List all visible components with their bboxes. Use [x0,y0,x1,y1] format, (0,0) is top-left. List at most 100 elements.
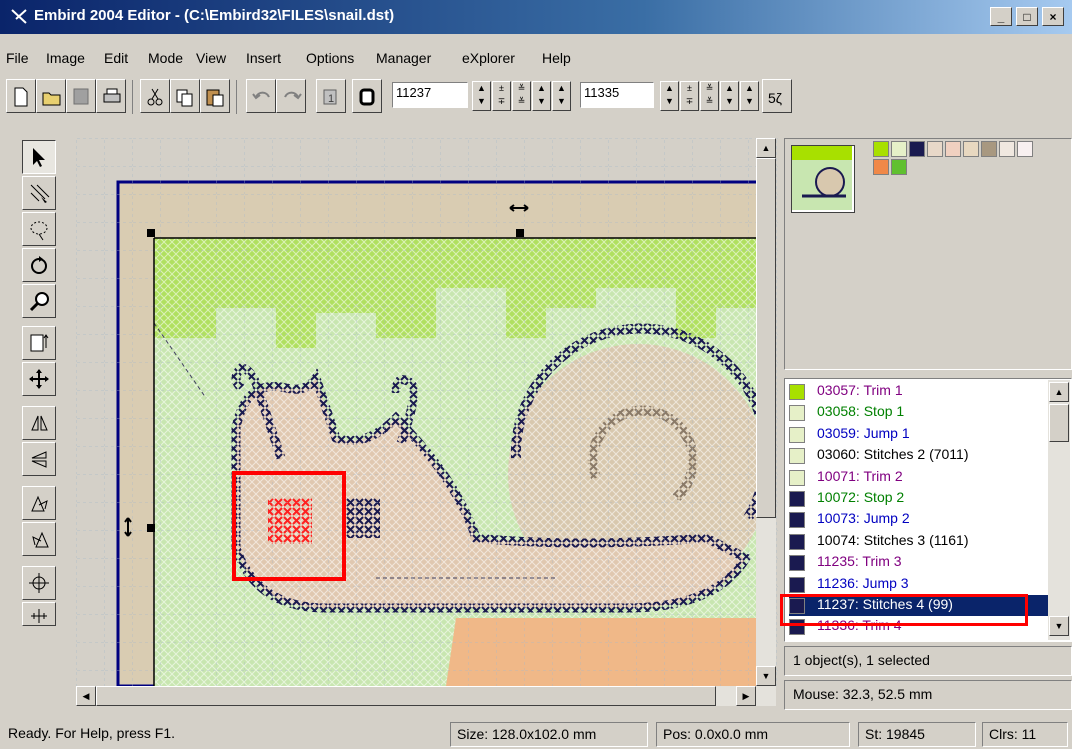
lasso-tool[interactable] [22,212,56,246]
thread-swatches[interactable] [873,141,1053,181]
list-item[interactable]: 03058: Stop 1 [789,402,1051,423]
stitch-from-input[interactable]: 11237 [392,82,468,108]
to-step-end-button[interactable]: ▲ ▼ [740,81,759,111]
to-step-10-button[interactable]: ± ∓ [680,81,699,111]
stop-button[interactable] [352,79,382,113]
thread-swatch[interactable] [981,141,997,157]
selected-row-highlight [780,594,1028,626]
thread-color-swatch [789,533,805,550]
redo-button[interactable] [276,79,306,113]
step-color-button[interactable]: ▲ ▼ [532,81,551,111]
list-item[interactable]: 10071: Trim 2 [789,467,1051,488]
to-step-first-button[interactable]: ▲ ▼ [660,81,679,111]
new-file-icon [14,87,28,107]
select-tool[interactable] [22,140,56,174]
step-100-button[interactable]: ≚ ≚ [512,81,531,111]
scroll-up-button[interactable]: ▲ [756,138,776,158]
object-info-icon: 1 [323,89,337,105]
step-first-button[interactable]: ▲ ▼ [472,81,491,111]
cut-button[interactable] [140,79,170,113]
align-tool[interactable] [22,602,56,626]
open-button[interactable] [36,79,66,113]
thread-swatch[interactable] [963,141,979,157]
status-color-count: Clrs: 11 [982,722,1068,747]
thread-swatch[interactable] [945,141,961,157]
title-bar: Embird 2004 Editor - (C:\Embird32\FILES\… [0,0,1072,34]
scroll-hthumb[interactable] [96,686,716,706]
step-10-button[interactable]: ± ∓ [492,81,511,111]
paste-button[interactable] [200,79,230,113]
node-select-tool[interactable] [22,176,56,210]
thread-swatch[interactable] [891,141,907,157]
menu-mode[interactable]: Mode [148,50,183,66]
new-button[interactable] [6,79,36,113]
mirror-vertical-tool[interactable] [22,442,56,476]
canvas-horizontal-scrollbar[interactable]: ◀ ▶ [76,686,776,706]
scroll-down-button[interactable]: ▼ [756,666,776,686]
step-end-button[interactable]: ▲ ▼ [552,81,571,111]
mirror-horizontal-tool[interactable] [22,406,56,440]
undo-button[interactable] [246,79,276,113]
menu-explorer[interactable]: eXplorer [462,50,515,66]
zoom-tool[interactable] [22,284,56,318]
menu-help[interactable]: Help [542,50,571,66]
menu-bar: File Image Edit Mode View Insert Options… [0,44,1072,74]
copy-icon [176,89,193,107]
swap-order-button[interactable]: 5ζ [762,79,792,113]
scroll-thumb[interactable] [756,158,776,518]
page-tool[interactable] [22,326,56,360]
list-scrollbar[interactable]: ▲ ▼ [1048,380,1070,640]
menu-options[interactable]: Options [306,50,354,66]
thread-color-swatch [789,448,805,465]
swap-order-icon: 5ζ [768,90,782,106]
print-button[interactable] [96,79,126,113]
menu-image[interactable]: Image [46,50,85,66]
object-info-button[interactable]: 1 [316,79,346,113]
menu-manager[interactable]: Manager [376,50,431,66]
design-canvas[interactable] [76,138,778,686]
list-item[interactable]: 11236: Jump 3 [789,574,1051,595]
thread-swatch[interactable] [873,159,889,175]
list-item[interactable]: 03060: Stitches 2 (7011) [789,445,1051,466]
app-icon [11,9,27,24]
move-tool[interactable] [22,362,56,396]
thread-color-swatch [789,405,805,422]
minimize-button[interactable]: _ [990,7,1012,26]
thread-swatch[interactable] [1017,141,1033,157]
thread-swatch[interactable] [927,141,943,157]
list-item-label: 03058: Stop 1 [817,403,905,420]
thread-swatch[interactable] [873,141,889,157]
list-scroll-thumb[interactable] [1049,404,1069,442]
list-item[interactable]: 03057: Trim 1 [789,381,1051,402]
thread-swatch[interactable] [891,159,907,175]
list-item[interactable]: 10073: Jump 2 [789,509,1051,530]
list-scroll-up[interactable]: ▲ [1049,382,1069,402]
canvas-vertical-scrollbar[interactable]: ▲ ▼ [756,138,776,686]
list-item[interactable]: 10072: Stop 2 [789,488,1051,509]
thread-swatch[interactable] [909,141,925,157]
rotate-left-tool[interactable] [22,486,56,520]
menu-file[interactable]: File [6,50,29,66]
stitch-to-input[interactable]: 11335 [580,82,654,108]
list-item[interactable]: 03059: Jump 1 [789,424,1051,445]
menu-edit[interactable]: Edit [104,50,128,66]
list-scroll-down[interactable]: ▼ [1049,616,1069,636]
copy-button[interactable] [170,79,200,113]
to-step-color-button[interactable]: ▲ ▼ [720,81,739,111]
save-button[interactable] [66,79,96,113]
center-tool[interactable] [22,566,56,600]
design-thumbnail[interactable] [791,145,855,213]
scroll-right-button[interactable]: ▶ [736,686,756,706]
close-button[interactable]: × [1042,7,1064,26]
list-item[interactable]: 11235: Trim 3 [789,552,1051,573]
move-cross-icon [29,369,49,389]
maximize-button[interactable]: □ [1016,7,1038,26]
menu-insert[interactable]: Insert [246,50,281,66]
list-item[interactable]: 10074: Stitches 3 (1161) [789,531,1051,552]
scroll-left-button[interactable]: ◀ [76,686,96,706]
thread-swatch[interactable] [999,141,1015,157]
rotate-right-tool[interactable] [22,522,56,556]
rotate-tool[interactable] [22,248,56,282]
to-step-100-button[interactable]: ≚ ≚ [700,81,719,111]
menu-view[interactable]: View [196,50,226,66]
